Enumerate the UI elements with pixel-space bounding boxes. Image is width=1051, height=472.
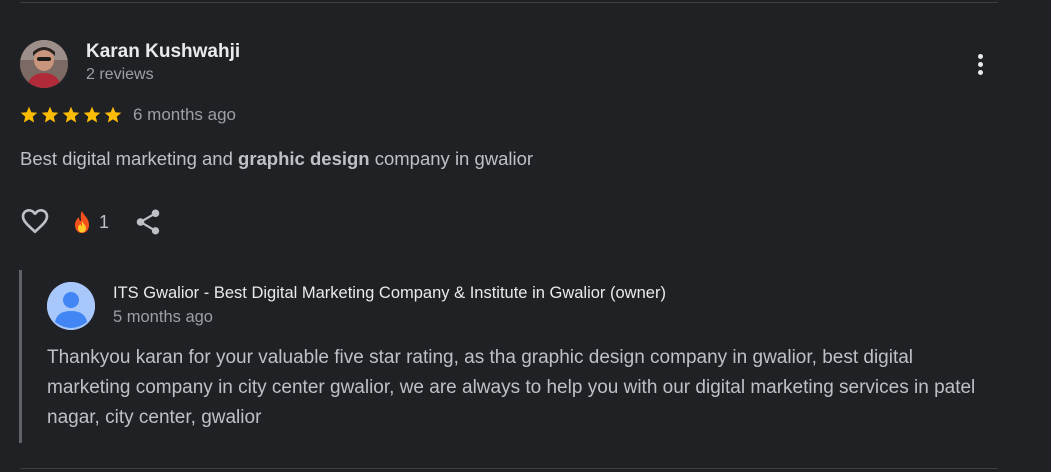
review-text-part: company in gwalior <box>369 148 534 169</box>
review-text-part: Best digital marketing and <box>20 148 239 169</box>
star-icon <box>103 104 123 126</box>
review-time: 6 months ago <box>133 105 237 124</box>
more-options-button[interactable] <box>966 48 994 80</box>
star-icon <box>40 104 60 126</box>
reaction-count: 1 <box>99 211 110 232</box>
star-rating <box>19 104 123 126</box>
like-button[interactable] <box>19 205 51 237</box>
reviewer-review-count: 2 reviews <box>86 66 154 83</box>
owner-name: ITS Gwalior - Best Digital Marketing Com… <box>113 284 666 302</box>
owner-avatar <box>47 282 95 330</box>
heart-outline-icon <box>21 209 49 234</box>
star-icon <box>61 104 81 126</box>
reviewer-name[interactable]: Karan Kushwahji <box>86 41 240 63</box>
owner-response-time: 5 months ago <box>113 308 213 326</box>
top-divider <box>20 2 998 3</box>
reaction-button[interactable]: 1 <box>71 208 109 236</box>
review-card: Karan Kushwahji 2 reviews 6 months ago B… <box>0 0 1051 472</box>
more-vert-icon-dot <box>977 69 983 75</box>
share-button[interactable] <box>133 207 163 237</box>
owner-response-bar <box>19 270 22 443</box>
review-text: Best digital marketing and graphic desig… <box>20 148 533 170</box>
owner-response-text: Thankyou karan for your valuable five st… <box>47 347 976 428</box>
share-icon <box>136 209 160 235</box>
review-text-bold: graphic design <box>238 148 370 169</box>
star-icon <box>82 104 102 126</box>
more-vert-icon <box>977 53 983 59</box>
bottom-divider <box>20 468 998 469</box>
fire-emoji-icon <box>75 211 89 233</box>
star-icon <box>19 104 39 126</box>
more-vert-icon-dot <box>977 61 983 67</box>
reviewer-avatar[interactable] <box>20 40 68 88</box>
